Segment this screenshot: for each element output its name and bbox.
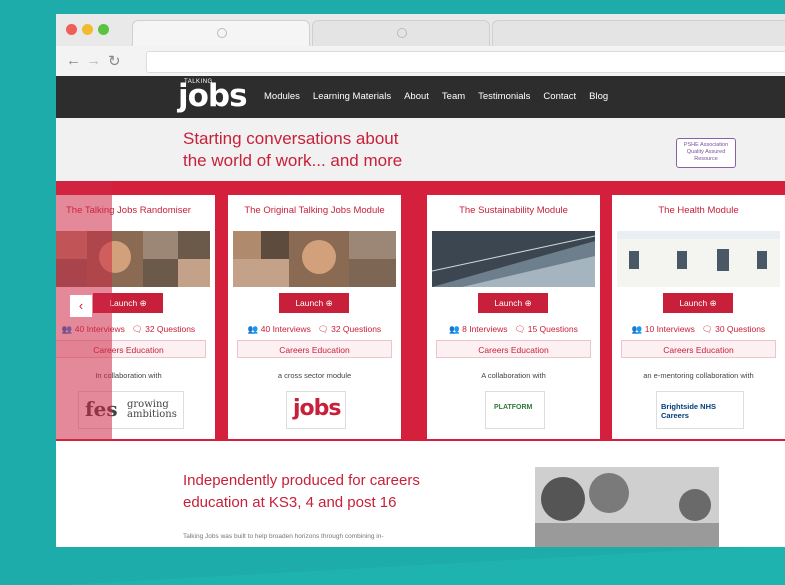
careers-education-tag[interactable]: Careers Education [436,340,591,358]
students-image [535,467,719,547]
browser-window: ← → ↻ TALKING jobs Modules Learning Mate… [56,14,785,547]
collaboration-text: an e-mentoring collaboration with [643,371,754,380]
carousel-prev-arrow-icon[interactable]: ‹ [70,295,92,317]
interviews-count: 8 Interviews [462,324,508,334]
collaboration-text: A collaboration with [481,371,546,380]
browser-tab[interactable] [132,20,310,47]
tab-favicon-icon [217,28,227,38]
partner-logo: jobs [286,391,346,429]
about-heading: Independently produced for careers educa… [183,470,483,514]
browser-toolbar: ← → ↻ [56,46,785,77]
module-stats: 👥 10 Interviews 🗨 30 Questions [631,324,766,334]
menu-item-team[interactable]: Team [442,91,465,102]
pshe-badge: PSHE Association Quality Assured Resourc… [676,138,736,168]
modules-band: The Talking Jobs Randomiser Launch ⊕ 👥 4… [56,181,785,441]
about-section: Independently produced for careers educa… [56,441,785,547]
maximize-dot-icon[interactable] [98,24,109,35]
module-thumbnail[interactable] [233,231,396,287]
menu-item-modules[interactable]: Modules [264,91,300,102]
site-navbar: TALKING jobs Modules Learning Materials … [56,76,785,118]
browser-tab[interactable] [492,20,785,47]
about-text: Talking Jobs was built to help broaden h… [183,533,384,540]
close-dot-icon[interactable] [66,24,77,35]
module-thumbnail[interactable] [617,231,780,287]
careers-education-tag[interactable]: Careers Education [621,340,776,358]
launch-button[interactable]: Launch ⊕ [663,293,733,313]
menu-item-learning-materials[interactable]: Learning Materials [313,91,391,102]
launch-button[interactable]: Launch ⊕ [478,293,548,313]
collaboration-text: a cross sector module [277,371,352,380]
launch-label: Launch [494,298,523,308]
menu-item-about[interactable]: About [404,91,429,102]
interviews-count: 10 Interviews [644,324,695,334]
launch-label: Launch [109,298,138,308]
back-arrow-icon[interactable]: ← [66,52,81,69]
menu-item-blog[interactable]: Blog [589,91,608,102]
about-heading-line1: Independently produced for careers [183,472,420,489]
module-title[interactable]: The Health Module [612,205,785,216]
interviews-count: 40 Interviews [260,324,311,334]
menu-item-contact[interactable]: Contact [543,91,576,102]
module-stats: 👥 40 Interviews 🗨 32 Questions [247,324,382,334]
browser-tab[interactable] [312,20,490,47]
partner-name: growing ambitions [127,399,177,420]
partner-name: jobs [293,396,341,421]
questions-count: 15 Questions [527,324,578,334]
partner-logo: PLATFORM [485,391,545,429]
partner-logo: Brightside NHS Careers [656,391,744,429]
module-thumbnail[interactable] [432,231,595,287]
module-stats: 👥 8 Interviews 🗨 15 Questions [449,324,578,334]
hero-tagline: Starting conversations about the world o… [183,128,483,172]
launch-button[interactable]: Launch ⊕ [279,293,349,313]
launch-label: Launch [679,298,708,308]
browser-titlebar [56,14,785,47]
about-heading-line2: education at KS3, 4 and post 16 [183,494,397,511]
partner-name: PLATFORM [494,404,533,411]
questions-count: 32 Questions [145,324,196,334]
site-logo[interactable]: jobs [178,79,248,113]
faces-collage-image [233,231,396,287]
main-menu: Modules Learning Materials About Team Te… [264,91,608,102]
module-card-original: The Original Talking Jobs Module Launch … [228,195,401,439]
menu-item-testimonials[interactable]: Testimonials [478,91,530,102]
hero-section: Starting conversations about the world o… [56,118,785,181]
tab-favicon-icon [397,28,407,38]
partner-name: Brightside NHS Careers [661,402,717,420]
questions-count: 30 Questions [715,324,766,334]
questions-count: 32 Questions [331,324,382,334]
launch-label: Launch [295,298,324,308]
module-title[interactable]: The Original Talking Jobs Module [228,205,401,216]
module-card-health: The Health Module Launch ⊕ 👥 10 Intervie… [612,195,785,439]
hero-tagline-line2: the world of work... and more [183,151,403,170]
address-bar[interactable] [146,51,785,73]
careers-education-tag[interactable]: Careers Education [237,340,392,358]
module-card-sustainability: The Sustainability Module Launch ⊕ 👥 8 I… [427,195,600,439]
students-photo [535,467,719,547]
reload-icon[interactable]: ↻ [108,52,121,70]
module-title[interactable]: The Sustainability Module [427,205,600,216]
forward-arrow-icon[interactable]: → [86,52,101,69]
solar-panels-image [432,231,595,287]
hero-tagline-line1: Starting conversations about [183,129,399,148]
minimize-dot-icon[interactable] [82,24,93,35]
hospital-building-image [617,231,780,287]
